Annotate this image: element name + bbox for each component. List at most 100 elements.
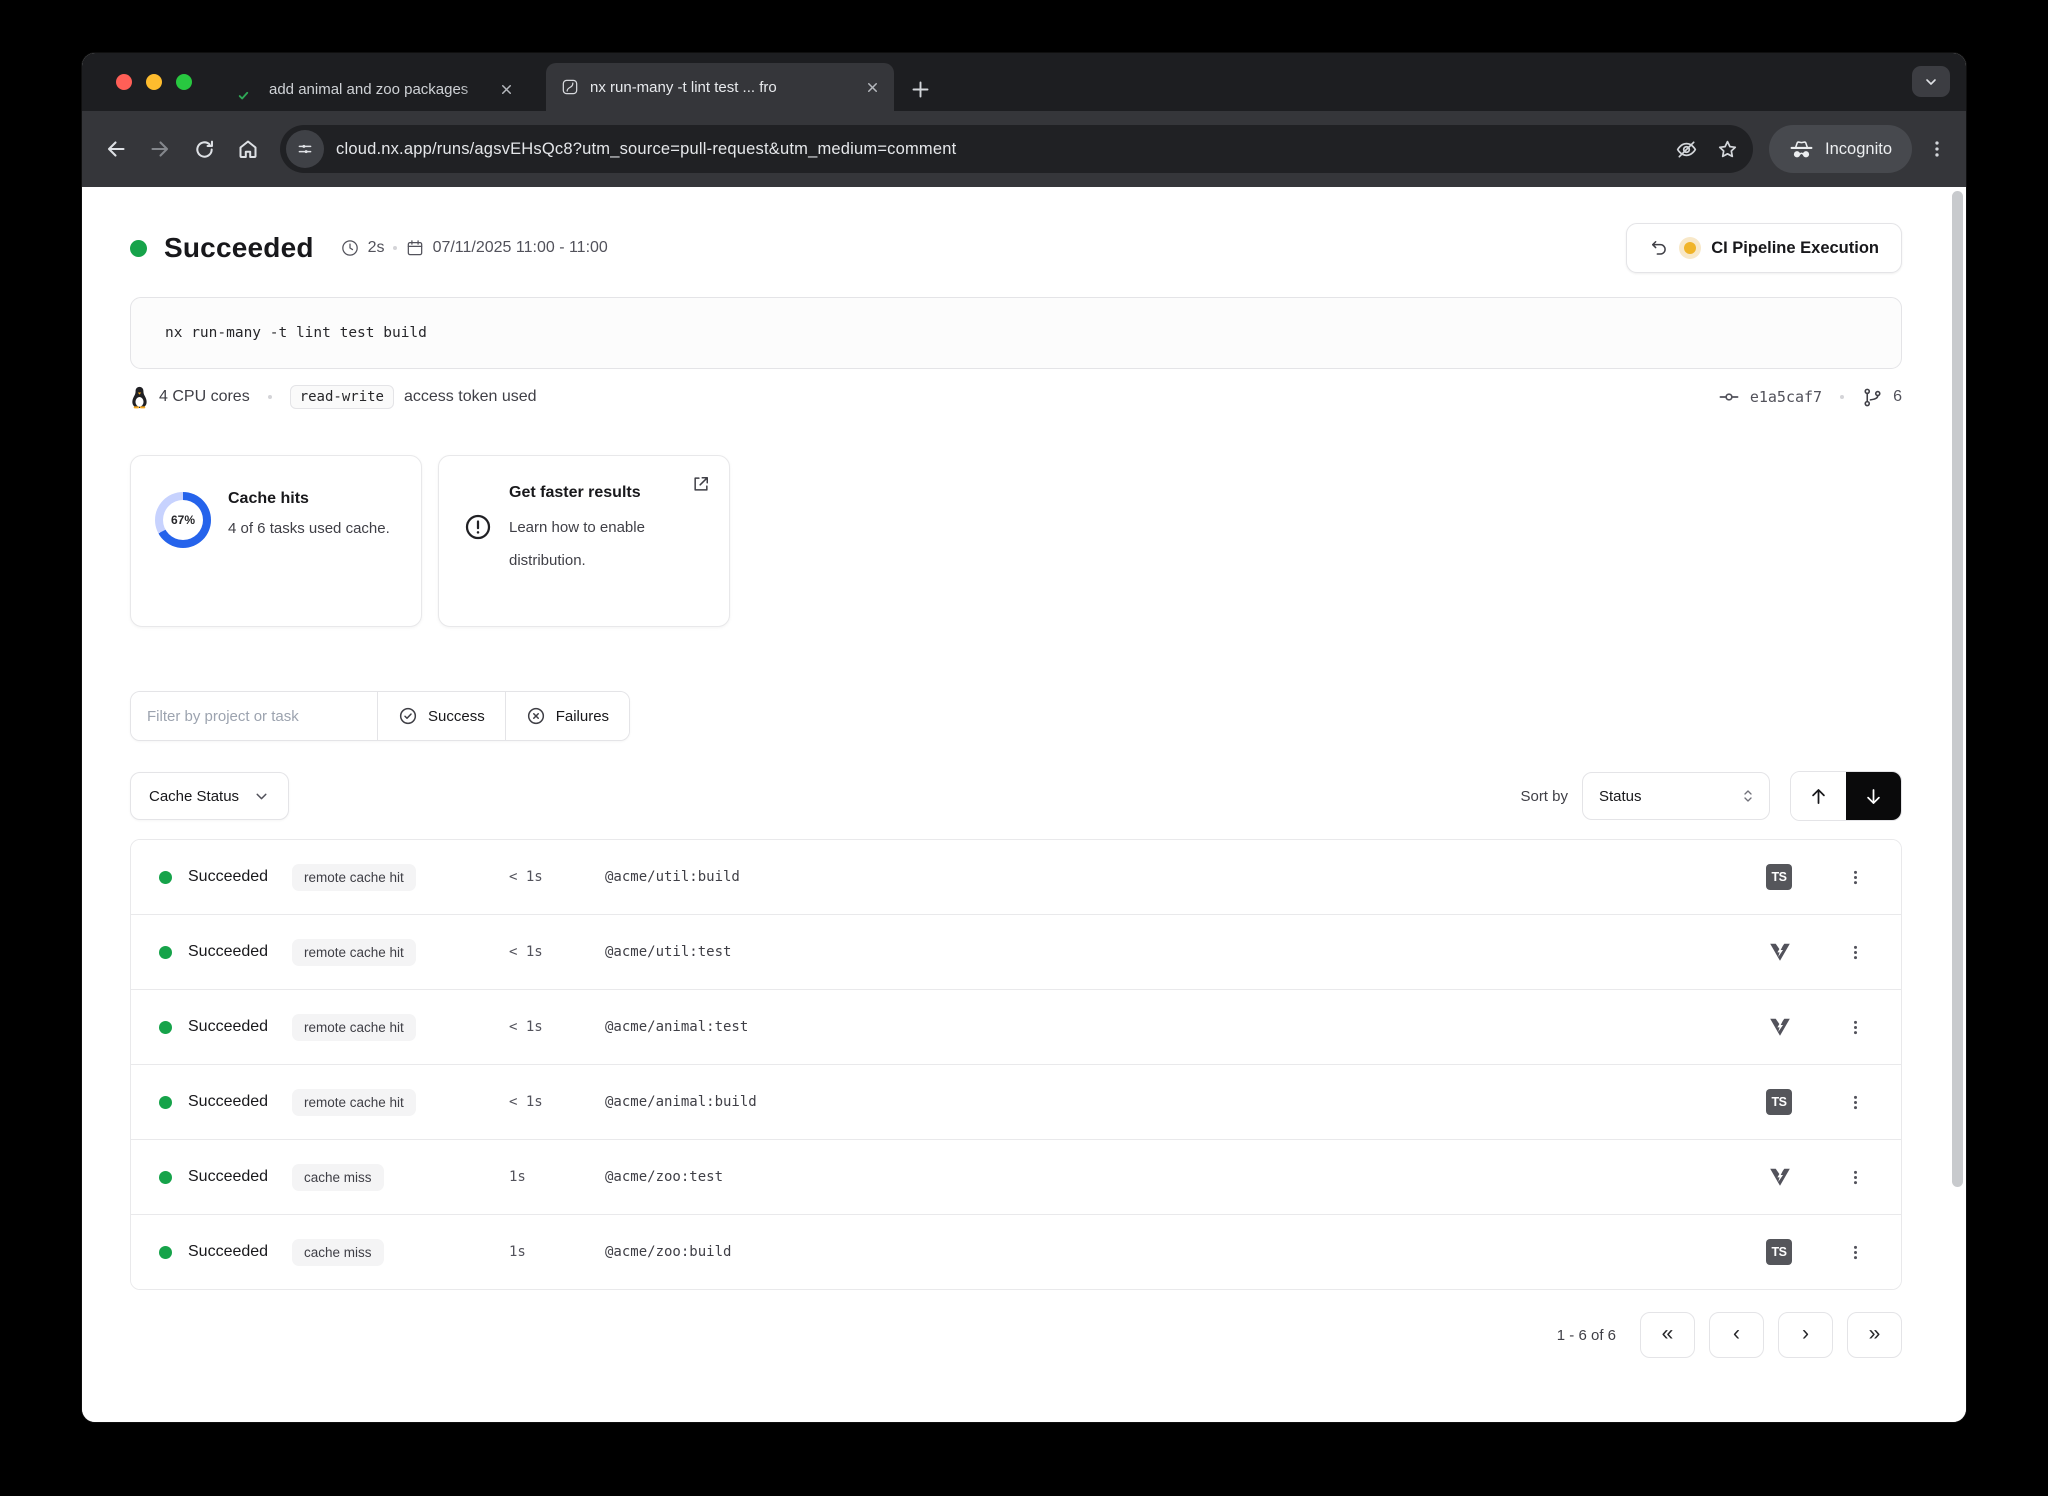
incognito-icon: [1789, 139, 1814, 160]
url-bar[interactable]: cloud.nx.app/runs/agsvEHsQc8?utm_source=…: [280, 125, 1753, 173]
bookmark-star-icon[interactable]: [1716, 138, 1739, 161]
forward-button[interactable]: [138, 127, 182, 171]
url-text: cloud.nx.app/runs/agsvEHsQc8?utm_source=…: [336, 140, 1657, 159]
task-duration: < 1s: [509, 869, 605, 885]
last-page-button[interactable]: »: [1847, 1312, 1902, 1358]
sort-descending-button[interactable]: [1846, 772, 1901, 820]
new-tab-button[interactable]: [900, 69, 940, 109]
tab-title: nx run-many -t lint test ... fro: [590, 79, 854, 96]
run-duration: 2s: [340, 238, 385, 258]
task-duration: 1s: [509, 1169, 605, 1185]
access-token-scope: read-write: [290, 385, 394, 409]
back-button[interactable]: [94, 127, 138, 171]
task-target[interactable]: @acme/animal:test: [605, 1019, 748, 1035]
task-row[interactable]: Succeeded remote cache hit < 1s @acme/an…: [131, 1064, 1901, 1139]
task-row[interactable]: Succeeded cache miss 1s @acme/zoo:test: [131, 1139, 1901, 1214]
distribution-card[interactable]: Get faster results Learn how to enable d…: [438, 455, 730, 627]
row-menu-icon[interactable]: [1846, 1243, 1865, 1262]
workflow-status-dot: [1684, 242, 1696, 254]
task-status-dot: [159, 946, 172, 959]
chevrons-up-down-icon: [1739, 787, 1757, 805]
x-circle-icon: [526, 706, 546, 726]
cache-status-badge: cache miss: [292, 1239, 384, 1266]
tab-title: add animal and zoo packages: [269, 81, 488, 98]
task-target[interactable]: @acme/zoo:test: [605, 1169, 723, 1185]
task-status: Succeeded: [188, 868, 292, 886]
task-row[interactable]: Succeeded cache miss 1s @acme/zoo:build …: [131, 1214, 1901, 1289]
cache-status-badge: remote cache hit: [292, 864, 416, 891]
task-target[interactable]: @acme/animal:build: [605, 1094, 757, 1110]
task-row[interactable]: Succeeded remote cache hit < 1s @acme/ut…: [131, 914, 1901, 989]
browser-tab-nx-run[interactable]: nx run-many -t lint test ... fro: [546, 63, 894, 111]
site-settings-icon[interactable]: [286, 130, 324, 168]
close-window-button[interactable]: [116, 74, 132, 90]
sort-select[interactable]: Status: [1582, 772, 1770, 820]
browser-menu-icon[interactable]: [1926, 138, 1948, 160]
cache-status-badge: cache miss: [292, 1164, 384, 1191]
task-duration: < 1s: [509, 1094, 605, 1110]
filter-success-button[interactable]: Success: [377, 692, 505, 740]
row-menu-icon[interactable]: [1846, 1168, 1865, 1187]
card-line1: Learn how to enable: [509, 519, 645, 536]
commit-icon: [1718, 386, 1740, 408]
calendar-icon: [405, 238, 425, 258]
previous-page-button[interactable]: ‹: [1709, 1312, 1764, 1358]
pagination: 1 - 6 of 6 « ‹ › »: [130, 1312, 1902, 1358]
browser-tab-pr[interactable]: add animal and zoo packages: [228, 67, 528, 111]
cache-status-badge: remote cache hit: [292, 939, 416, 966]
row-menu-icon[interactable]: [1846, 868, 1865, 887]
cache-status-badge: remote cache hit: [292, 1089, 416, 1116]
tab-strip: add animal and zoo packages nx run-many …: [82, 53, 1966, 111]
row-menu-icon[interactable]: [1846, 1093, 1865, 1112]
incognito-badge: Incognito: [1769, 125, 1912, 173]
task-status-dot: [159, 1171, 172, 1184]
task-status-dot: [159, 1096, 172, 1109]
cpu-cores: 4 CPU cores: [159, 388, 250, 406]
page-content: Succeeded 2s 07/11/2025: [82, 187, 1966, 1422]
maximize-window-button[interactable]: [176, 74, 192, 90]
reload-button[interactable]: [182, 127, 226, 171]
row-menu-icon[interactable]: [1846, 943, 1865, 962]
row-menu-icon[interactable]: [1846, 1018, 1865, 1037]
sort-ascending-button[interactable]: [1791, 772, 1846, 820]
undo-icon: [1649, 238, 1669, 258]
sort-by-label: Sort by: [1520, 788, 1568, 805]
separator-dot: [393, 246, 397, 250]
home-button[interactable]: [226, 127, 270, 171]
task-target[interactable]: @acme/util:test: [605, 944, 731, 960]
cache-percent: 67%: [155, 492, 211, 548]
task-status: Succeeded: [188, 1168, 292, 1186]
task-target[interactable]: @acme/zoo:build: [605, 1244, 731, 1260]
task-duration: < 1s: [509, 944, 605, 960]
check-circle-icon: [398, 706, 418, 726]
tab-search-button[interactable]: [1912, 66, 1950, 97]
task-target[interactable]: @acme/util:build: [605, 869, 740, 885]
task-row[interactable]: Succeeded remote cache hit < 1s @acme/ut…: [131, 840, 1901, 914]
incognito-label: Incognito: [1825, 140, 1892, 159]
filter-failures-button[interactable]: Failures: [505, 692, 629, 740]
scrollbar-thumb[interactable]: [1952, 191, 1963, 1187]
ci-pipeline-execution-button[interactable]: CI Pipeline Execution: [1626, 223, 1902, 273]
cache-status-dropdown[interactable]: Cache Status: [130, 772, 289, 820]
task-status-dot: [159, 1246, 172, 1259]
commit-sha[interactable]: e1a5caf7: [1750, 388, 1822, 406]
branch-count[interactable]: 6: [1893, 388, 1902, 406]
minimize-window-button[interactable]: [146, 74, 162, 90]
next-page-button[interactable]: ›: [1778, 1312, 1833, 1358]
typescript-icon: TS: [1766, 1239, 1792, 1265]
external-link-icon[interactable]: [691, 474, 711, 499]
run-header: Succeeded 2s 07/11/2025: [130, 187, 1902, 273]
first-page-button[interactable]: «: [1640, 1312, 1695, 1358]
task-row[interactable]: Succeeded remote cache hit < 1s @acme/an…: [131, 989, 1901, 1064]
desktop-background: add animal and zoo packages nx run-many …: [0, 0, 2048, 1496]
chevron-down-icon: [253, 788, 270, 805]
close-tab-icon[interactable]: [494, 77, 518, 101]
nx-cloud-favicon: [560, 77, 580, 97]
task-status: Succeeded: [188, 943, 292, 961]
eye-off-icon[interactable]: [1675, 138, 1698, 161]
card-title: Get faster results: [509, 484, 705, 502]
task-status: Succeeded: [188, 1243, 292, 1261]
page-scrollbar[interactable]: [1952, 191, 1963, 1371]
filter-input[interactable]: [131, 692, 377, 740]
close-tab-icon[interactable]: [860, 75, 884, 99]
